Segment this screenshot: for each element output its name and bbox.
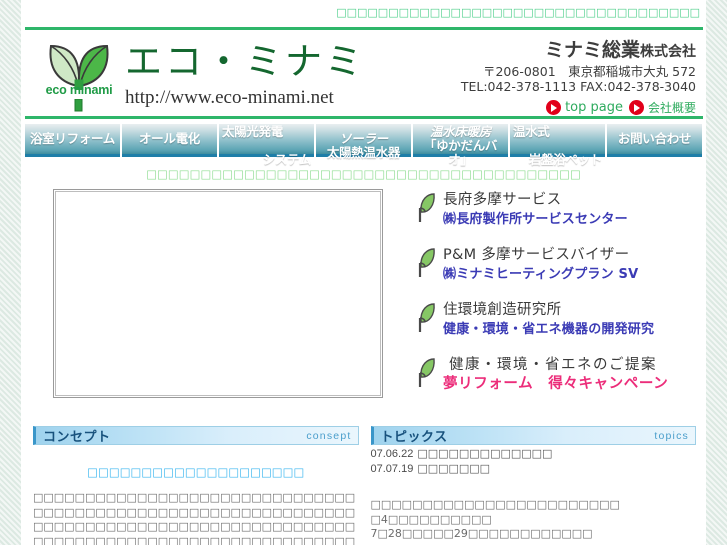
topic-date: 07.06.22 — [370, 448, 414, 460]
nav-label-line1: 温水式 — [513, 124, 550, 139]
logo[interactable]: eco minami — [34, 38, 124, 112]
nav-item-contact[interactable]: お問い合わせ — [607, 124, 702, 157]
top-notice-strip: □□□□□□□□□□□□□□□□□□□□□□□□□□□□□□□□□□□ — [21, 0, 706, 27]
service-text: 長府多摩サービス ㈱長府製作所サービスセンター — [443, 191, 628, 229]
service-item-campaign[interactable]: 健康・環境・省エネのご提案 夢リフォーム 得々キャンペーン — [416, 356, 696, 394]
service-subtitle: ㈱長府製作所サービスセンター — [443, 212, 628, 227]
nav-label-line1: 温水床暖房 — [429, 124, 491, 139]
nav-item-solar-power[interactable]: 太陽光発電 システム — [219, 124, 314, 167]
nav-label-line1: ソーラー — [339, 131, 388, 146]
brand-name: エコ・ミナミ — [125, 40, 365, 83]
service-item[interactable]: P&M 多摩サービスバイザー ㈱ミナミヒーティングプラン SV — [416, 246, 696, 284]
logo-text: eco minami — [45, 83, 113, 97]
leaf-bullet-icon — [416, 193, 436, 228]
leaf-bullet-icon — [416, 303, 436, 338]
nav-label-group: ソーラー 太陽熱温水器 — [326, 118, 401, 160]
bottom-panels: コンセプト consept □□□□□□□□□□□□□□□□□□□□ □□□□□… — [21, 426, 706, 545]
main-navigation: 浴室リフォーム オール電化 太陽光発電 システム ソーラー 太陽熱温水器 温水床… — [25, 124, 702, 167]
corporate-address: 〒206-0801 東京都稲城市大丸 572 — [482, 64, 696, 79]
nav-label-line1: 太陽光発電 — [222, 124, 284, 139]
campaign-title: 健康・環境・省エネのご提案 — [449, 357, 657, 373]
topics-list-item[interactable]: 07.06.22 □□□□□□□□□□□□□ — [371, 447, 697, 462]
corporate-name-main: ミナミ総業 — [544, 39, 640, 61]
brand-url: http://www.eco-minami.net — [125, 87, 334, 108]
service-list: 長府多摩サービス ㈱長府製作所サービスセンター P&M 多摩サービスバイザー ㈱… — [416, 189, 696, 411]
sub-notice-text: □□□□□□□□□□□□□□□□□□□□□□□□□□□□□□□□□□□□□□□□ — [146, 167, 581, 181]
nav-item-floor-heating[interactable]: 温水床暖房 「ゆかだんバオ」 — [413, 124, 508, 167]
top-notice-text: □□□□□□□□□□□□□□□□□□□□□□□□□□□□□□□□□□□ — [336, 6, 700, 19]
nav-item-bathroom-reform[interactable]: 浴室リフォーム — [25, 124, 120, 157]
nav-item-ganbanyoku-pet[interactable]: 温水式 岩盤浴ペット — [510, 124, 605, 167]
service-item[interactable]: 住環境創造研究所 健康・環境・省エネ機器の開発研究 — [416, 301, 696, 339]
topics-body: □□□□□□□□□□□□□□□□□□□□□□□□ □4□□□□□□□□□□ 7□… — [371, 498, 697, 542]
concept-panel-header: コンセプト consept — [33, 426, 359, 445]
service-title: 住環境創造研究所 — [443, 302, 562, 318]
topics-body-line: 7□28□□□□□29□□□□□□□□□□□□ — [370, 527, 593, 540]
topics-heading-en: topics — [654, 429, 689, 442]
topic-date: 07.07.19 — [370, 462, 414, 475]
nav-label: 浴室リフォーム — [29, 131, 116, 146]
nav-label-line2: 太陽熱温水器 — [326, 145, 401, 160]
topics-body-line: □4□□□□□□□□□□ — [370, 512, 492, 526]
nav-label-group: 太陽光発電 システム — [222, 111, 311, 167]
service-title: 長府多摩サービス — [443, 192, 562, 208]
site-header: eco minami エコ・ミナミ http://www.eco-minami.… — [21, 30, 706, 116]
corporate-name: ミナミ総業株式会社 — [461, 38, 696, 64]
nav-label-group: 温水式 岩盤浴ペット — [513, 111, 602, 167]
topics-list: 07.06.22 □□□□□□□□□□□□□ 07.07.19 □□□□□□□ — [371, 447, 697, 476]
leaf-bullet-icon — [416, 248, 436, 283]
service-text: 住環境創造研究所 健康・環境・省エネ機器の開発研究 — [443, 301, 654, 339]
page-container: □□□□□□□□□□□□□□□□□□□□□□□□□□□□□□□□□□□ eco … — [21, 0, 706, 545]
play-circle-icon — [628, 100, 644, 115]
leaf-bullet-icon — [416, 358, 436, 393]
topics-body-line: □□□□□□□□□□□□□□□□□□□□□□□□ — [370, 498, 620, 511]
nav-item-solar-water-heater[interactable]: ソーラー 太陽熱温水器 — [316, 124, 411, 160]
nav-label: お問い合わせ — [617, 131, 692, 146]
corporate-tel-fax: TEL:042-378-1113 FAX:042-378-3040 — [460, 79, 696, 94]
service-text: P&M 多摩サービスバイザー ㈱ミナミヒーティングプラン SV — [443, 246, 638, 284]
brand-block: エコ・ミナミ http://www.eco-minami.net — [125, 40, 365, 110]
concept-heading: コンセプト — [43, 430, 111, 445]
corporate-info: ミナミ総業株式会社 〒206-0801 東京都稲城市大丸 572 TEL:042… — [461, 38, 696, 116]
topics-heading: トピックス — [380, 430, 448, 445]
nav-label: オール電化 — [138, 131, 200, 146]
service-subtitle: ㈱ミナミヒーティングプラン SV — [443, 267, 639, 282]
logo-stem-icon — [74, 99, 83, 112]
concept-subtitle: □□□□□□□□□□□□□□□□□□□□ — [87, 465, 305, 479]
service-subtitle: 健康・環境・省エネ機器の開発研究 — [443, 322, 655, 337]
campaign-subtitle: 夢リフォーム 得々キャンペーン — [443, 376, 669, 392]
hero-image-placeholder — [53, 189, 383, 398]
concept-heading-en: consept — [306, 429, 352, 442]
concept-panel: コンセプト consept □□□□□□□□□□□□□□□□□□□□ □□□□□… — [33, 426, 359, 545]
nav-label-line2: システム — [262, 152, 312, 167]
corporate-name-suffix: 株式会社 — [640, 44, 696, 60]
topics-panel-header: トピックス topics — [370, 426, 696, 445]
main-content: 長府多摩サービス ㈱長府製作所サービスセンター P&M 多摩サービスバイザー ㈱… — [21, 189, 706, 411]
service-item[interactable]: 長府多摩サービス ㈱長府製作所サービスセンター — [416, 191, 696, 229]
service-title: P&M 多摩サービスバイザー — [443, 247, 630, 263]
service-text: 健康・環境・省エネのご提案 夢リフォーム 得々キャンペーン — [443, 356, 668, 394]
nav-item-all-electric[interactable]: オール電化 — [122, 124, 217, 157]
topic-text: □□□□□□□□□□□□□ — [417, 447, 553, 460]
company-profile-link-label: 会社概要 — [647, 101, 696, 115]
topic-text: □□□□□□□ — [417, 461, 491, 475]
nav-label-line2: 岩盤浴ペット — [528, 152, 603, 167]
nav-label-line2: 「ゆかだんバオ」 — [423, 138, 498, 167]
topics-list-item[interactable]: 07.07.19 □□□□□□□ — [371, 462, 697, 477]
topics-panel: トピックス topics 07.06.22 □□□□□□□□□□□□□ 07.07… — [370, 426, 697, 545]
company-profile-link[interactable]: 会社概要 — [628, 99, 696, 116]
concept-body: □□□□□□□□□□□□□□□□□□□□□□□□□□□□□□□□□□□□□□□□… — [33, 491, 356, 545]
nav-label-group: 温水床暖房 「ゆかだんバオ」 — [416, 111, 505, 167]
